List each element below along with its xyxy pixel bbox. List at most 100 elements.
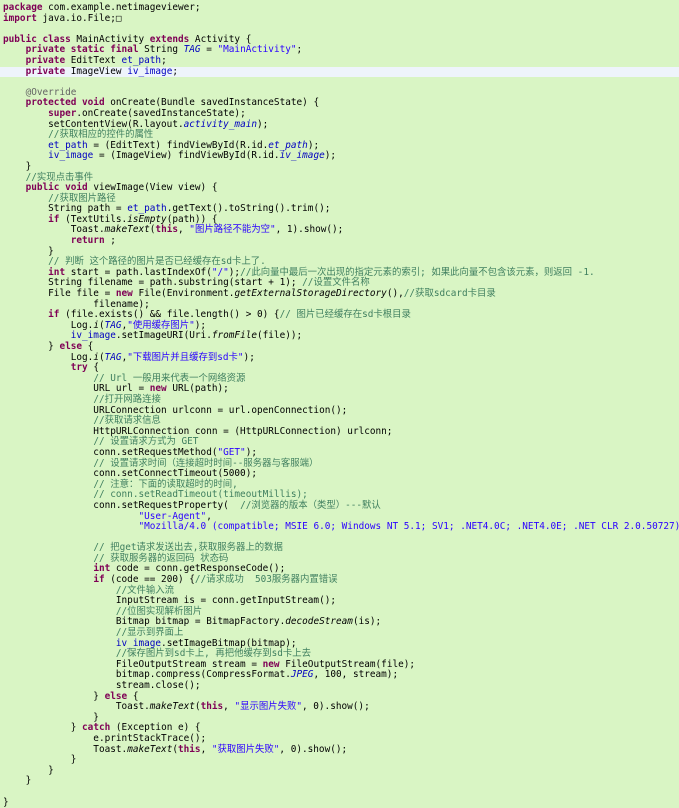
code-token: .getText().toString().trim(); [166,203,331,215]
code-token: import [3,12,37,24]
code-token: EditText [65,54,122,66]
code-token: //获取sdcard卡目录 [403,288,496,300]
code-token: try [70,362,88,374]
code-editor[interactable]: package com.example.netimageviewer; impor… [0,2,679,807]
code-token: et_path [121,54,162,66]
code-token: Toast. [3,743,128,755]
code-line[interactable]: iv_image = (ImageView) findViewById(R.id… [0,151,679,162]
code-token: File file = [3,288,116,300]
code-token: { [87,362,99,374]
code-token: (file.exists() && file.length() > 0) { [59,309,280,321]
code-token: ); [194,319,207,331]
code-token: , [178,224,190,236]
code-token: "下载图片并且缓存到sd卡" [127,351,244,363]
code-token: "GET" [217,446,246,458]
code-token: //获取图片路径 [48,192,116,204]
code-line[interactable] [0,77,679,88]
code-token: code = conn.getResponseCode(); [110,563,286,575]
code-token: java.io.File;□ [36,12,122,24]
code-line[interactable]: Log.i(TAG,"下载图片并且缓存到sd卡"); [0,351,679,364]
code-token: } [3,764,54,776]
code-token: = (EditText) findViewById(R.id. [87,139,269,151]
code-token: stream.close(); [3,680,201,691]
code-token: ; [161,54,167,66]
code-token: package [3,2,43,13]
code-token: // conn.setReadTimeout(timeoutMillis); [93,489,308,501]
code-token: et_path [48,139,88,151]
code-token: iv_image [70,330,116,342]
code-token: URL(path); [166,383,229,395]
code-line[interactable]: } [0,161,679,173]
code-line[interactable]: } [0,797,679,808]
code-token: conn.setConnectTimeout(5000); [3,468,257,480]
code-token: protected void [25,97,105,109]
code-line[interactable]: private ImageView iv_image; [0,65,679,78]
code-token: com.example.netimageviewer; [42,2,201,13]
code-line[interactable]: } [0,764,679,777]
code-token: getExternalStorageDirectory [234,288,387,300]
code-token: new [262,658,280,670]
code-token: JPEG [290,669,314,681]
code-token: this [155,224,178,236]
code-token: ); [307,139,320,151]
code-token: String [138,44,184,56]
code-token: private static final [25,44,139,56]
code-token: this [178,743,201,755]
code-token: { [82,341,94,352]
code-line[interactable]: iv_image.setImageURI(Uri.fromFile(file))… [0,331,679,342]
code-token: } [3,245,54,257]
code-token: private [25,65,66,77]
code-token: URL url = [3,383,150,395]
code-line[interactable]: Toast.makeText(this, "显示图片失败", 0).show()… [0,701,679,713]
code-token: // Url 一般用来代表一个网络资源 [93,372,246,384]
code-line[interactable]: } [0,776,679,787]
code-token: , 0).show(); [301,701,370,713]
code-token: "Mozilla/4.0 (compatible; MSIE 6.0; Wind… [138,521,679,533]
code-token: // 判断 这个路径的图片是否已经缓存在sd卡上了. [48,256,266,268]
code-line[interactable]: Toast.makeText(this, "获取图片失败", 0).show()… [0,743,679,756]
code-line[interactable] [0,787,679,798]
code-token: conn.setRequestMethod( [3,446,218,458]
code-token: TAG [104,351,122,363]
code-token: Bitmap bitmap = BitmapFactory. [3,616,286,628]
code-token: "User-Agent" [138,510,207,522]
code-token: else [59,341,83,352]
code-token: } [3,690,105,702]
code-token: Toast. [3,701,150,713]
code-token: makeText [127,743,173,755]
code-line[interactable]: import java.io.File;□ [0,12,679,25]
code-line[interactable]: return ; [0,235,679,247]
code-token: ; [296,44,303,56]
code-token: setContentView(R.layout. [3,118,184,130]
code-token: //显示到界面上 [115,627,184,639]
code-token: Log. [3,319,94,331]
code-token: //浏览器的版本（类型）---默认 [240,499,381,511]
code-token: if [93,574,105,586]
code-token: "使用缓存图片" [127,319,195,331]
code-token: Activity { [189,33,252,45]
code-token: private [25,54,66,66]
code-token: makeText [104,224,150,236]
code-token: { [127,690,139,702]
code-token: (Exception e) { [110,722,201,734]
code-token: viewImage(View view) { [87,182,218,194]
code-token: decodeStream [285,616,353,628]
code-token: String path = [3,203,128,215]
code-token: //保存图片到sd卡上, 再把他缓存到sd卡上去 [115,648,312,660]
code-line[interactable]: } [0,754,679,766]
code-line[interactable]: "Mozilla/4.0 (compatible; MSIE 6.0; Wind… [0,521,679,533]
code-token: FileOutputStream(file); [279,658,416,670]
code-token: TAG [183,44,201,56]
